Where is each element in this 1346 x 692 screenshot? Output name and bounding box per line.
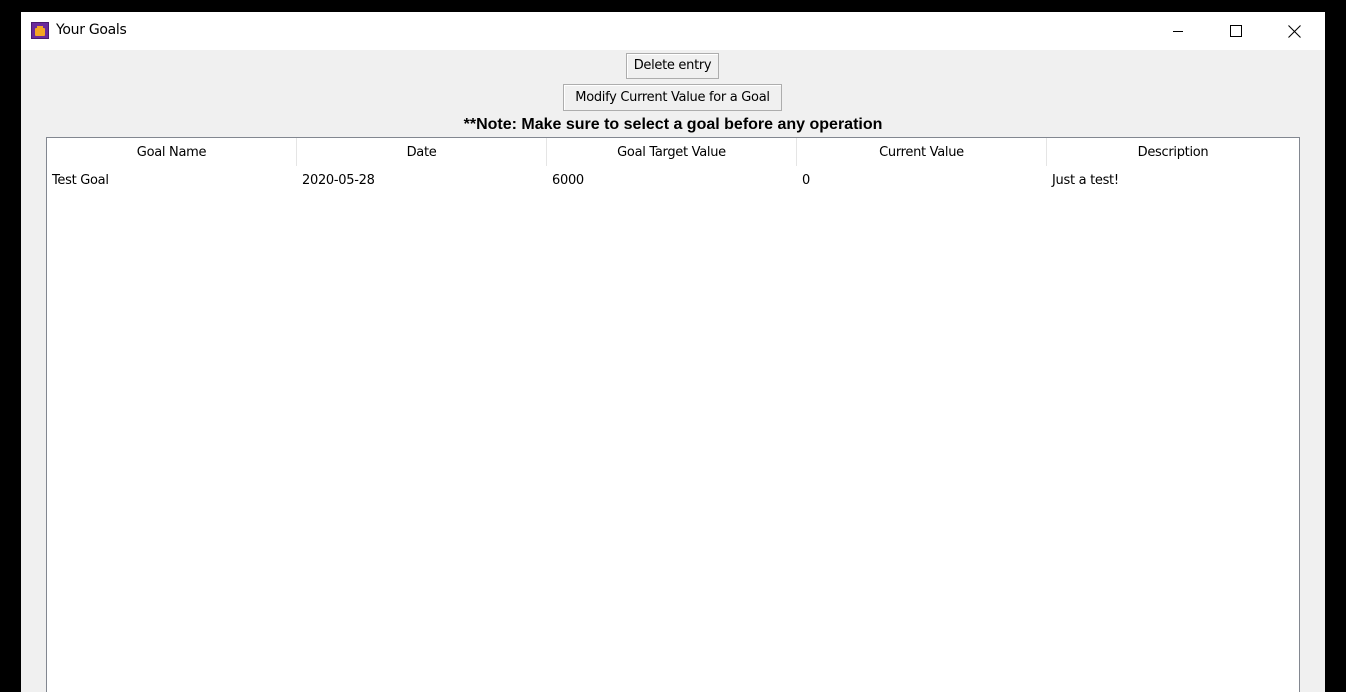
maximize-button[interactable]	[1207, 12, 1265, 50]
column-header-description[interactable]: Description	[1047, 138, 1299, 166]
maximize-icon	[1230, 25, 1242, 37]
column-header-goal-name[interactable]: Goal Name	[47, 138, 297, 166]
minimize-icon	[1173, 31, 1183, 32]
cell-date: 2020-05-28	[302, 173, 375, 188]
cell-description: Just a test!	[1052, 173, 1119, 188]
close-button[interactable]	[1265, 12, 1323, 50]
cell-goal-name: Test Goal	[52, 173, 109, 188]
goals-app-icon	[31, 22, 49, 39]
column-header-date[interactable]: Date	[297, 138, 547, 166]
window-title: Your Goals	[56, 22, 127, 38]
column-header-current-value[interactable]: Current Value	[797, 138, 1047, 166]
table-body: Test Goal 2020-05-28 6000 0 Just a test!	[47, 167, 1299, 195]
title-bar[interactable]: Your Goals	[21, 12, 1325, 50]
minimize-button[interactable]	[1149, 12, 1207, 50]
close-icon	[1287, 24, 1301, 38]
delete-entry-button[interactable]: Delete entry	[626, 53, 719, 79]
selection-note: **Note: Make sure to select a goal befor…	[463, 116, 883, 133]
goals-table[interactable]: Goal Name Date Goal Target Value Current…	[46, 137, 1300, 692]
table-header: Goal Name Date Goal Target Value Current…	[47, 138, 1299, 166]
cell-goal-target-value: 6000	[552, 173, 584, 188]
cell-current-value: 0	[802, 173, 810, 188]
column-header-goal-target-value[interactable]: Goal Target Value	[547, 138, 797, 166]
table-row[interactable]: Test Goal 2020-05-28 6000 0 Just a test!	[47, 167, 1299, 195]
modify-current-value-button[interactable]: Modify Current Value for a Goal	[563, 84, 782, 111]
goals-window: Your Goals Delete entry Modify Current V…	[21, 12, 1325, 692]
